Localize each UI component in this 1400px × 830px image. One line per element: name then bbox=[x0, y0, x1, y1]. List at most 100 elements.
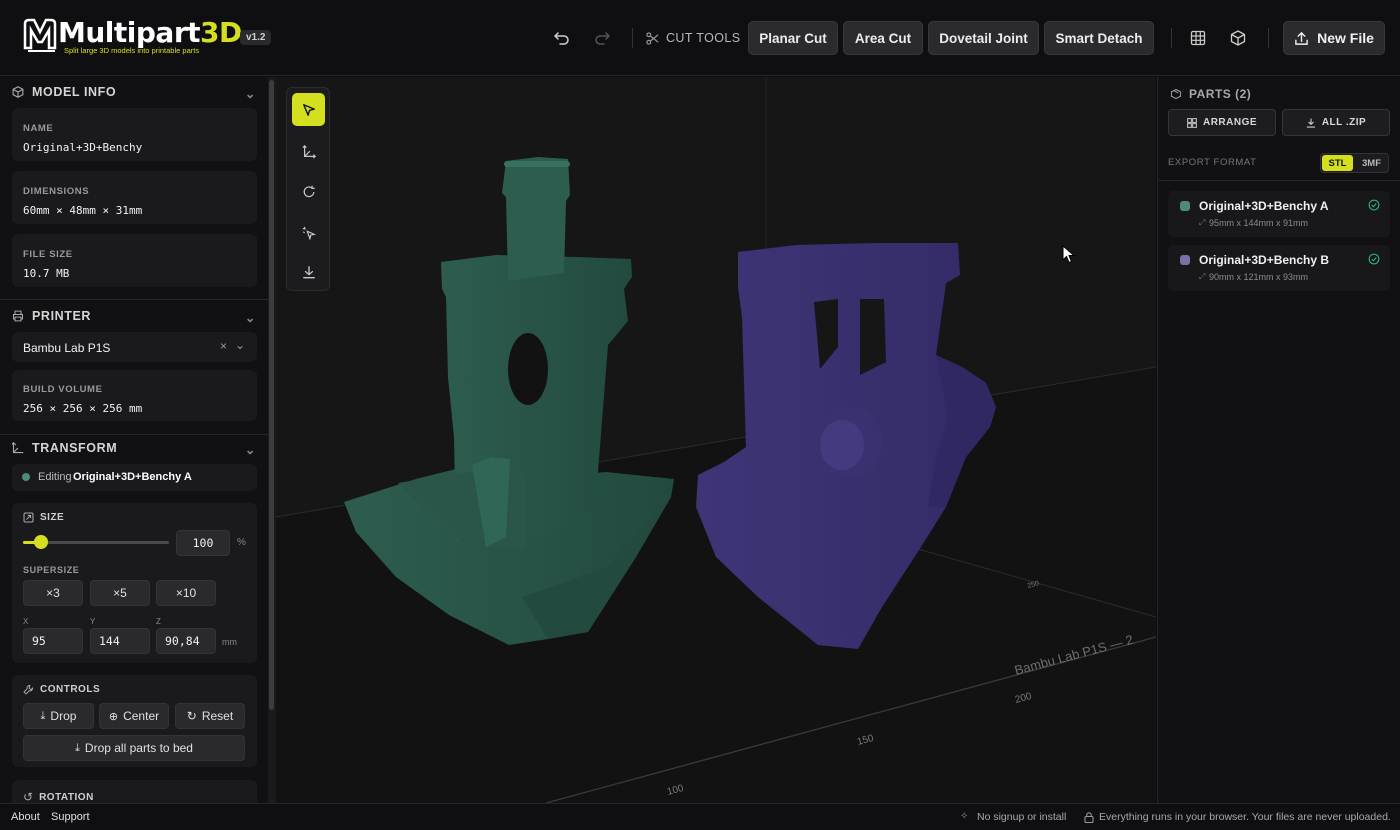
new-file-button[interactable]: New File bbox=[1283, 21, 1385, 55]
dimension-unit: mm bbox=[222, 637, 237, 647]
size-slider-handle[interactable] bbox=[33, 535, 48, 549]
rotate-icon bbox=[303, 185, 315, 197]
transform-icon bbox=[12, 442, 24, 454]
drop-all-button[interactable]: ⤓ Drop all parts to bed bbox=[23, 735, 245, 761]
grid-view-button[interactable] bbox=[1186, 26, 1210, 50]
editing-prefix: Editing bbox=[38, 471, 72, 483]
3d-viewport[interactable]: 100 150 200 250 Bambu Lab P1S — 2 bbox=[276, 77, 1156, 803]
no-signup-note: No signup or install bbox=[977, 811, 1067, 823]
part-color-dot bbox=[22, 473, 30, 481]
z-input[interactable]: 90,84 bbox=[156, 628, 216, 654]
magic-cursor-icon bbox=[302, 226, 316, 240]
chevron-down-icon: ⌄ bbox=[244, 87, 256, 101]
undo-button[interactable] bbox=[550, 26, 574, 50]
planar-cut-button[interactable]: Planar Cut bbox=[748, 21, 838, 55]
footer: About Support ✧ No signup or install Eve… bbox=[0, 803, 1400, 830]
format-stl-option[interactable]: STL bbox=[1322, 155, 1353, 171]
size-input[interactable]: 100 bbox=[176, 530, 230, 556]
drop-to-bed-button[interactable] bbox=[292, 255, 325, 288]
download-icon bbox=[1306, 118, 1315, 128]
supersize-x10-button[interactable]: ×10 bbox=[156, 580, 216, 606]
arrange-button[interactable]: ARRANGE bbox=[1168, 109, 1276, 136]
scene-canvas[interactable]: 100 150 200 250 Bambu Lab P1S — 2 bbox=[276, 77, 1156, 803]
version-badge: v1.2 bbox=[240, 30, 272, 45]
wrench-icon bbox=[23, 684, 34, 695]
model-info-header[interactable]: MODEL INFO ⌄ bbox=[0, 77, 268, 107]
supersize-x5-button[interactable]: ×5 bbox=[90, 580, 150, 606]
move-axis-icon bbox=[301, 144, 316, 159]
auto-select-tool-button[interactable] bbox=[292, 216, 325, 249]
name-label: NAME bbox=[23, 123, 54, 134]
size-header: SIZE bbox=[23, 512, 64, 523]
download-all-zip-button[interactable]: ALL .ZIP bbox=[1282, 109, 1390, 136]
file-size-value: 10.7 MB bbox=[23, 267, 70, 280]
area-cut-button[interactable]: Area Cut bbox=[843, 21, 923, 55]
part-list-item[interactable]: Original+3D+Benchy A ⤢ 95mm x 144mm x 91… bbox=[1168, 191, 1390, 237]
supersize-x3-button[interactable]: ×3 bbox=[23, 580, 83, 606]
parts-header: PARTS (2) bbox=[1170, 87, 1251, 101]
grid-icon bbox=[1187, 117, 1197, 128]
rotation-header[interactable]: ↺ ROTATION bbox=[23, 790, 94, 803]
upload-icon bbox=[1295, 31, 1308, 45]
x-input[interactable]: 95 bbox=[23, 628, 83, 654]
editing-indicator: Editing Original+3D+Benchy A bbox=[12, 464, 257, 491]
crosshair-icon: ⊕ bbox=[108, 710, 119, 723]
download-icon bbox=[302, 265, 315, 278]
chevron-down-icon: ⌄ bbox=[244, 443, 256, 457]
printer-select[interactable]: Bambu Lab P1S × ⌄ bbox=[12, 332, 257, 362]
dimensions-card: DIMENSIONS 60mm × 48mm × 31mm bbox=[12, 171, 257, 224]
logo-mark-icon bbox=[23, 18, 57, 52]
section-divider bbox=[1158, 180, 1400, 181]
build-volume-value: 256 × 256 × 256 mm bbox=[23, 402, 143, 415]
part-dimensions: 90mm x 121mm x 93mm bbox=[1209, 272, 1309, 282]
printer-header[interactable]: PRINTER ⌄ bbox=[0, 301, 268, 331]
z-label: Z bbox=[156, 617, 161, 626]
transform-header[interactable]: TRANSFORM ⌄ bbox=[0, 433, 268, 463]
rotation-card: ↺ ROTATION bbox=[12, 780, 257, 803]
app-logo[interactable]: Multipart3D Split large 3D models into p… bbox=[22, 16, 242, 58]
cube-icon bbox=[1230, 30, 1246, 46]
center-button[interactable]: ⊕ Center bbox=[99, 703, 169, 729]
part-name: Original+3D+Benchy A bbox=[1199, 199, 1329, 213]
format-3mf-option[interactable]: 3MF bbox=[1355, 155, 1388, 171]
about-link[interactable]: About bbox=[11, 811, 40, 823]
resize-icon bbox=[23, 512, 34, 523]
dimensions-value: 60mm × 48mm × 31mm bbox=[23, 204, 143, 217]
smart-detach-button[interactable]: Smart Detach bbox=[1044, 21, 1154, 55]
move-tool-button[interactable] bbox=[292, 135, 325, 168]
x-label: X bbox=[23, 617, 29, 626]
resize-icon: ⤢ bbox=[1199, 218, 1206, 227]
cube-view-button[interactable] bbox=[1226, 26, 1250, 50]
lock-icon bbox=[1084, 812, 1094, 823]
clear-icon[interactable]: × bbox=[220, 339, 227, 353]
support-link[interactable]: Support bbox=[51, 811, 90, 823]
left-sidebar-scroll-thumb[interactable] bbox=[269, 80, 274, 710]
dovetail-joint-button[interactable]: Dovetail Joint bbox=[928, 21, 1039, 55]
chevron-down-icon: ⌄ bbox=[244, 311, 256, 325]
rotate-tool-button[interactable] bbox=[292, 175, 325, 208]
reset-button[interactable]: ↻ Reset bbox=[175, 703, 245, 729]
y-input[interactable]: 144 bbox=[90, 628, 150, 654]
check-circle-icon bbox=[1368, 253, 1380, 265]
undo-icon bbox=[554, 32, 569, 45]
spark-icon: ✧ bbox=[960, 811, 969, 822]
size-card: SIZE 100 % SUPERSIZE ×3 ×5 ×10 X Y Z 95 … bbox=[12, 503, 257, 663]
part-color-dot bbox=[1180, 201, 1190, 211]
select-tool-button[interactable] bbox=[292, 93, 325, 126]
download-icon: ⤓ bbox=[75, 741, 80, 754]
header-divider bbox=[1268, 28, 1269, 48]
header-divider bbox=[632, 28, 633, 48]
cut-tools-label: CUT TOOLS bbox=[646, 31, 740, 45]
refresh-icon: ↻ bbox=[186, 709, 197, 723]
viewport-toolbar bbox=[286, 87, 330, 291]
y-label: Y bbox=[90, 617, 96, 626]
redo-button[interactable] bbox=[590, 26, 614, 50]
resize-icon: ⤢ bbox=[1199, 272, 1206, 281]
drop-button[interactable]: ⤓ Drop bbox=[23, 703, 94, 729]
part-dimensions: 95mm x 144mm x 91mm bbox=[1209, 218, 1309, 228]
build-volume-label: BUILD VOLUME bbox=[23, 384, 103, 395]
part-a-model[interactable] bbox=[344, 157, 674, 645]
part-list-item[interactable]: Original+3D+Benchy B ⤢ 90mm x 121mm x 93… bbox=[1168, 245, 1390, 291]
app-title: Multipart3D bbox=[58, 16, 242, 49]
supersize-label: SUPERSIZE bbox=[23, 565, 80, 575]
